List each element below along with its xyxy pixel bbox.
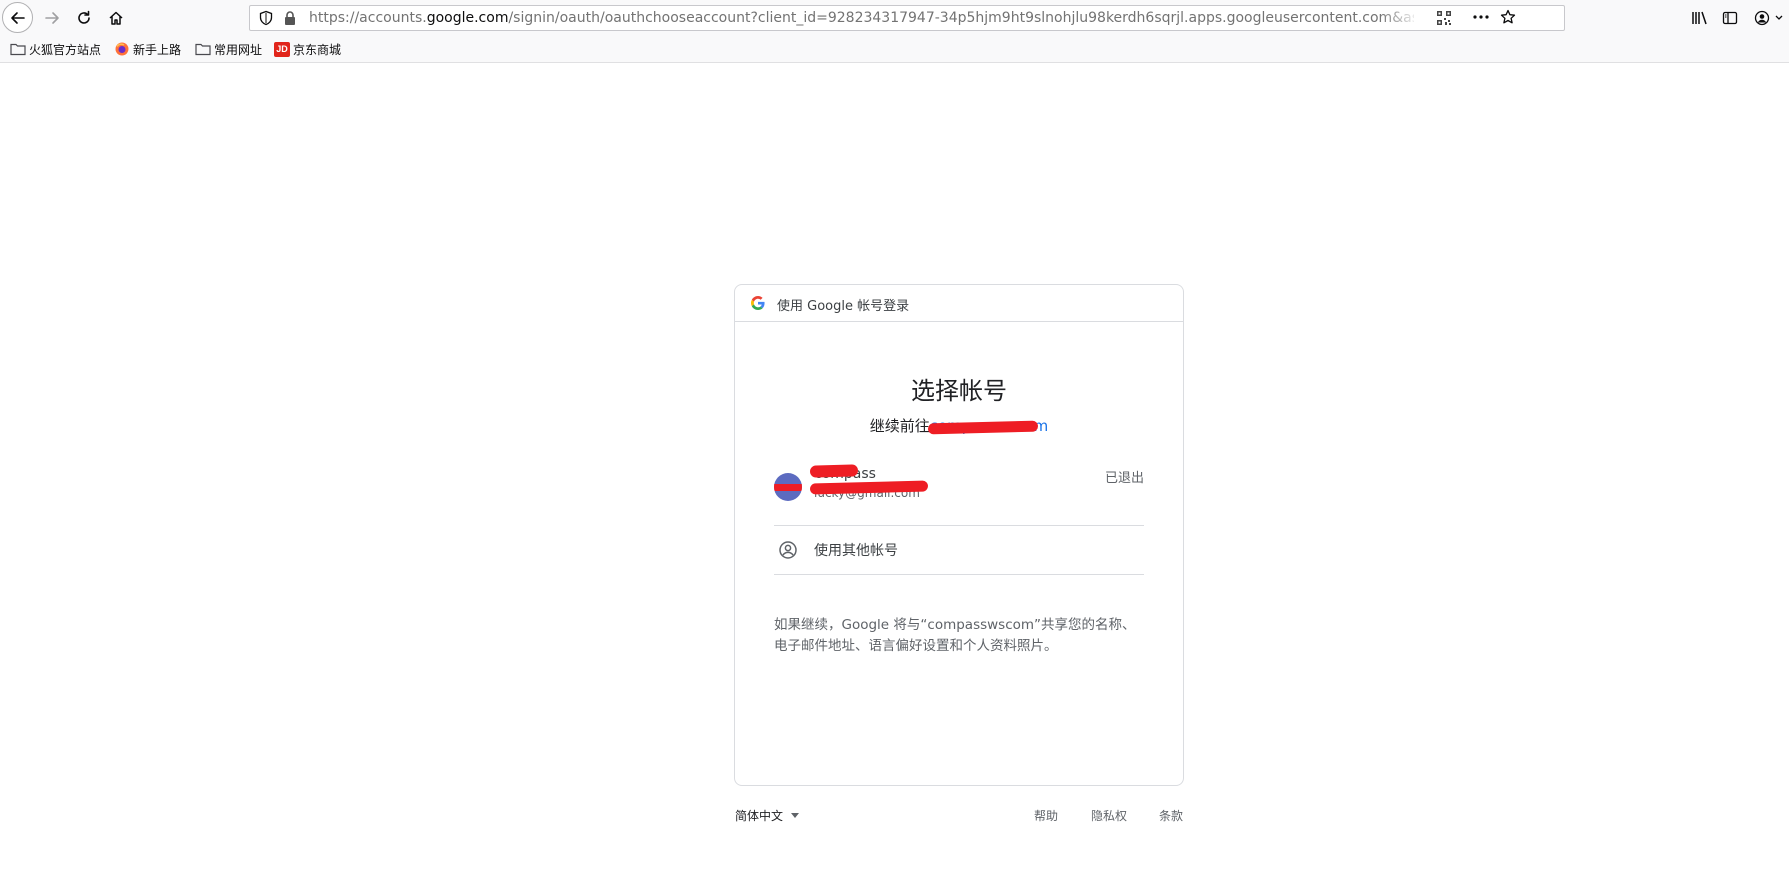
- sidebar-button[interactable]: [1716, 4, 1744, 32]
- forward-arrow-icon: [45, 12, 59, 24]
- folder-icon: [195, 41, 211, 57]
- avatar: [774, 473, 802, 501]
- language-select[interactable]: 简体中文: [735, 807, 800, 824]
- back-arrow-icon: [10, 11, 25, 24]
- language-label: 简体中文: [735, 809, 784, 823]
- terms-link[interactable]: 条款: [1159, 807, 1183, 824]
- bookmark-jd-mall[interactable]: JD 京东商城: [274, 40, 341, 58]
- dropdown-caret-icon: [791, 813, 800, 818]
- forward-button[interactable]: [38, 4, 66, 32]
- sidebar-icon: [1722, 11, 1738, 25]
- lock-icon[interactable]: [283, 10, 297, 30]
- privacy-link[interactable]: 隐私权: [1091, 807, 1127, 824]
- bookmark-label: 京东商城: [293, 42, 342, 57]
- home-icon: [109, 11, 123, 25]
- url-fade: [1380, 8, 1420, 28]
- bookmark-label: 常用网址: [214, 42, 263, 57]
- google-logo-icon: [751, 296, 765, 310]
- use-another-account-label: 使用其他帐号: [814, 543, 898, 559]
- tracking-protection-shield-icon[interactable]: [258, 10, 274, 30]
- account-icon: [1754, 10, 1770, 26]
- library-button[interactable]: [1686, 4, 1714, 32]
- browser-toolbar: https://accounts.google.com/signin/oauth…: [0, 0, 1789, 35]
- account-list-item[interactable]: compass lucky@gmail.com 已退出: [774, 464, 1144, 509]
- address-bar[interactable]: https://accounts.google.com/signin/oauth…: [249, 5, 1565, 31]
- bookmarks-bar: 火狐官方站点 新手上路 常用网址 JD 京东商城: [0, 35, 1789, 63]
- page-actions-menu-icon[interactable]: [1472, 9, 1490, 29]
- jd-icon: JD: [274, 41, 290, 57]
- header-text: 使用 Google 帐号登录: [777, 299, 910, 314]
- bookmark-common-sites[interactable]: 常用网址: [195, 40, 262, 58]
- back-button[interactable]: [2, 2, 33, 33]
- use-another-account-button[interactable]: 使用其他帐号: [774, 526, 1144, 574]
- url-text[interactable]: https://accounts.google.com/signin/oauth…: [309, 9, 1414, 27]
- continue-target-link[interactable]: compasswscom: [927, 417, 1048, 435]
- firefox-icon: [114, 41, 130, 57]
- home-button[interactable]: [102, 4, 130, 32]
- account-status: 已退出: [1104, 471, 1144, 486]
- divider: [774, 574, 1144, 575]
- overflow-icon: [1775, 15, 1783, 20]
- reload-icon: [78, 10, 90, 24]
- bookmark-label: 新手上路: [133, 42, 182, 57]
- page-title: 选择帐号: [911, 377, 1007, 405]
- help-link[interactable]: 帮助: [1034, 807, 1058, 824]
- reload-button[interactable]: [70, 4, 98, 32]
- qr-code-icon[interactable]: [1436, 10, 1452, 30]
- privacy-disclaimer: 如果继续，Google 将与“compasswscom”共享您的名称、电子邮件地…: [774, 617, 1136, 654]
- redaction-mark: [809, 464, 859, 478]
- library-icon: [1692, 11, 1707, 25]
- bookmark-star-icon[interactable]: [1500, 9, 1516, 29]
- subtitle: 继续前往compasswscom: [735, 415, 1183, 436]
- card-header: 使用 Google 帐号登录: [735, 285, 1183, 322]
- bookmark-getting-started[interactable]: 新手上路: [114, 40, 181, 58]
- bookmark-label: 火狐官方站点: [29, 42, 102, 57]
- account-chooser-card: 使用 Google 帐号登录 选择帐号 继续前往compasswscom com…: [734, 284, 1184, 786]
- subtitle-prefix: 继续前往: [869, 417, 930, 435]
- bookmark-firefox-official[interactable]: 火狐官方站点: [10, 40, 101, 58]
- folder-icon: [10, 41, 26, 57]
- account-circle-icon: [779, 541, 797, 559]
- overflow-menu-button[interactable]: [1772, 4, 1786, 32]
